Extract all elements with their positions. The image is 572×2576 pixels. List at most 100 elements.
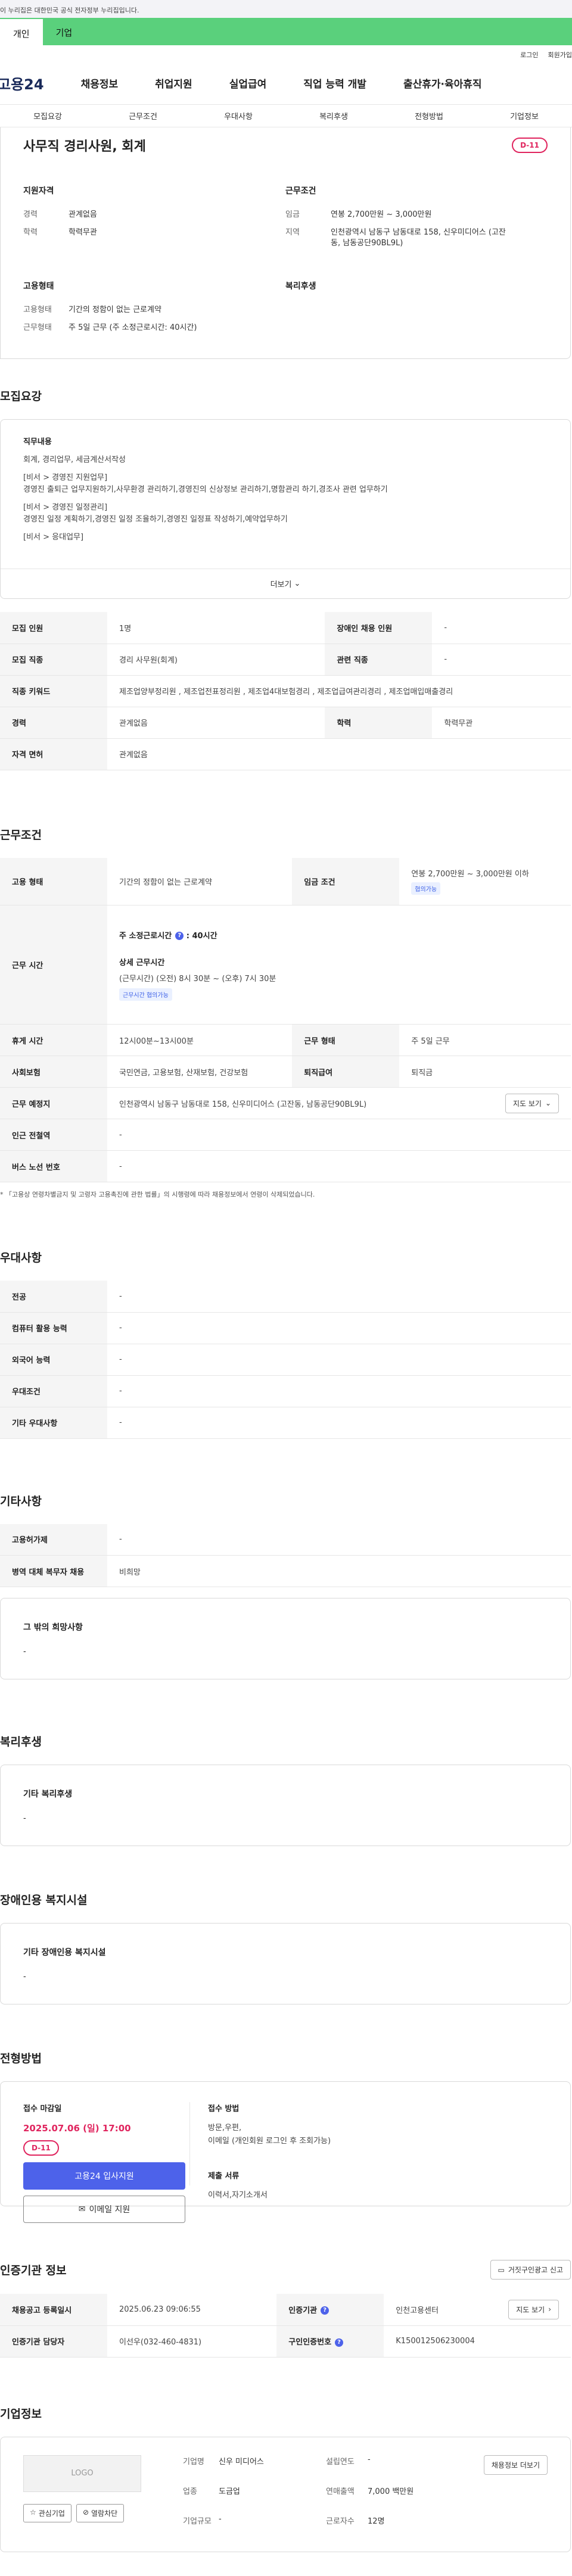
cell-label: 병역 대체 복무자 채용 (0, 1555, 107, 1587)
duty-line: [비서 > 응대업무] (23, 533, 84, 542)
method-head: 접수 방법 (208, 2104, 240, 2113)
email-apply-button[interactable]: ✉ 이메일 지원 (23, 2196, 185, 2223)
cell-value: - (107, 1344, 571, 1376)
gnb-training[interactable]: 직업 능력 개발 (303, 76, 366, 90)
cell-label: 직종 키워드 (0, 675, 107, 707)
pref-table: 전공 - 컴퓨터 활용 능력 - 외국어 능력 - 우대조건 - 기타 우대사항 - (0, 1281, 571, 1439)
cell-value: 학력무관 (432, 707, 571, 739)
cell-label: 관련 직종 (325, 644, 433, 676)
cert-map-button[interactable]: 지도 보기 › (508, 2299, 559, 2319)
wage-value: 연봉 2,700만원 ~ 3,000만원 이하 (411, 870, 529, 879)
cell-value: K150012506230004 (384, 2325, 571, 2358)
gnb-employment-support[interactable]: 취업지원 (155, 76, 192, 90)
cell-value: - (432, 612, 571, 644)
interest-label: 관심기업 (38, 2509, 65, 2518)
more-button[interactable]: 더보기 ⌄ (1, 569, 570, 598)
cert-org-cell: 인천고용센터 지도 보기 › (384, 2294, 571, 2326)
anchor-process[interactable]: 전형방법 (381, 110, 477, 121)
apply-box: 접수 마감일 2025.07.06 (일) 17:00 D-11 고용24 입사… (0, 2081, 571, 2223)
anchor-nav: 모집요강 근무조건 우대사항 복리후생 전형방법 기업정보 (0, 105, 572, 127)
cert-map-label: 지도 보기 (516, 2305, 545, 2314)
company-label: 근로자수 (326, 2516, 355, 2526)
emp-value: 기간의 정함이 없는 근로계약 (69, 305, 161, 314)
table-row: 전공 - (0, 1281, 571, 1313)
table-row: 인증기관 담당자 이선우(032-460-4831) 구인인증번호? K15001… (0, 2325, 571, 2358)
cell-value: 주 5일 근무 (399, 1024, 571, 1056)
cell-label: 컴퓨터 활용 능력 (0, 1312, 107, 1344)
qual-value: 학력무관 (69, 228, 97, 237)
anchor-recruit[interactable]: 모집요강 (0, 110, 95, 121)
cell-label: 근무 예정지 (0, 1087, 107, 1119)
anchor-pref[interactable]: 우대사항 (191, 110, 286, 121)
gnb-parental-leave[interactable]: 출산휴가·육아휴직 (403, 76, 482, 90)
emp-label: 고용형태 (23, 305, 52, 314)
login-link[interactable]: 로그인 (520, 50, 538, 59)
cert-org-value: 인천고용센터 (396, 2306, 439, 2315)
table-row: 사회보험 국민연금, 고용보험, 산재보험, 건강보험 퇴직급여 퇴직금 (0, 1056, 571, 1088)
duty-line: [비서 > 경영진 지원업무] 경영진 출퇴근 업무지원하기,사무환경 관리하기… (23, 473, 388, 494)
map-button-label: 지도 보기 (512, 1099, 542, 1108)
gnb-jobs[interactable]: 채용정보 (81, 76, 119, 90)
interest-company-button[interactable]: ☆ 관심기업 (23, 2503, 72, 2522)
cell-value: - (107, 1375, 571, 1407)
cell-label: 구인인증번호? (276, 2325, 384, 2358)
block-view-button[interactable]: ⊘ 열람차단 (76, 2503, 125, 2522)
summary-employment: 고용형태 고용형태 기간의 정함이 없는 근로계약 근무형태 주 5일 근무 (주 … (23, 280, 285, 341)
cell-value: 2025.06.23 09:06:55 (107, 2294, 277, 2326)
cert-title: 인증기관 정보 (0, 2264, 67, 2277)
site-logo[interactable]: 고용24 (0, 73, 44, 93)
cell-label: 기타 우대사항 (0, 1407, 107, 1439)
info-icon[interactable]: ? (175, 932, 184, 940)
cell-value: 경리 사무원(회계) (107, 644, 325, 676)
cell-value: 제조업양부정리원 , 제조업전표정리원 , 제조업4대보험경리 , 제조업급여관… (107, 675, 571, 707)
cell-label: 외국어 능력 (0, 1344, 107, 1376)
star-icon: ☆ (30, 2508, 36, 2516)
cell-label: 채용공고 등록일시 (0, 2294, 107, 2326)
signup-link[interactable]: 회원가입 (548, 50, 572, 59)
report-icon: ▭ (498, 2265, 505, 2274)
apply-button[interactable]: 고용24 입사지원 (23, 2162, 185, 2190)
global-nav: 고용24 채용정보 취업지원 실업급여 직업 능력 개발 출산휴가·육아휴직 (0, 62, 572, 105)
info-icon[interactable]: ? (321, 2306, 329, 2315)
info-icon[interactable]: ? (335, 2338, 344, 2347)
job-summary: 사무직 경리사원, 회계 D-11 지원자격 경력 관계없음 학력 학력무관 근무조… (0, 127, 571, 359)
company-value: - (219, 2514, 222, 2524)
gov-banner: 이 누리집은 대한민국 공식 전자정부 누리집입니다. (0, 0, 572, 18)
company-jobs-button[interactable]: 채용정보 더보기 (483, 2455, 548, 2475)
method-value: 방문,우편, 이메일 (개인회원 로그인 후 조회가능) (208, 2124, 331, 2146)
welfare-box: 기타 복리후생 - (0, 1765, 571, 1846)
gnb-unemployment[interactable]: 실업급여 (229, 76, 267, 90)
anchor-work[interactable]: 근무조건 (95, 110, 191, 121)
tab-company[interactable]: 기업 (43, 18, 86, 45)
summary-conditions: 근무조건 임금 연봉 2,700만원 ~ 3,000만원 지역 인천광역시 남동구 … (285, 185, 548, 256)
table-row: 우대조건 - (0, 1375, 571, 1407)
map-button[interactable]: 지도 보기 ⌄ (505, 1093, 559, 1113)
duty-head: 직무내용 (23, 438, 52, 446)
cert-num-label: 구인인증번호 (288, 2338, 332, 2347)
fraud-report-button[interactable]: ▭ 거짓구인광고 신고 (490, 2260, 571, 2280)
cell-label: 인증기관? (276, 2294, 384, 2326)
cell-value: 12시00분~13시00분 (107, 1024, 293, 1056)
company-title: 기업정보 (0, 2407, 42, 2421)
block-icon: ⊘ (82, 2508, 89, 2516)
etc-title: 기타사항 (0, 1494, 42, 1508)
wish-value: - (23, 1647, 26, 1656)
table-row: 고용 형태 기간의 정함이 없는 근로계약 임금 조건 연봉 2,700만원 ~… (0, 857, 571, 905)
cell-label: 자격 면허 (0, 738, 107, 770)
cell-value: - (432, 644, 571, 676)
tab-personal[interactable]: 개인 (0, 18, 43, 45)
cell-value: 1명 (107, 612, 325, 644)
company-box: LOGO ☆ 관심기업 ⊘ 열람차단 기업명 신우 미디어스 설립연도 - 업종 도금업 … (0, 2436, 571, 2552)
duty-box: 직무내용 회계, 경리업무, 세금계산서작성 [비서 > 경영진 지원업무] 경… (0, 419, 571, 599)
cell-label: 인근 전철역 (0, 1119, 107, 1151)
cell-label: 버스 노선 번호 (0, 1150, 107, 1182)
cell-value: 관계없음 (107, 738, 571, 770)
disabled-box-head: 기타 장애인용 복지시설 (23, 1948, 106, 1957)
cell-value: - (107, 1312, 571, 1344)
anchor-company[interactable]: 기업정보 (477, 110, 572, 121)
cond-label: 임금 (285, 210, 300, 219)
emp-label: 근무형태 (23, 323, 52, 332)
etc-wish-box: 그 밖의 희망사항 - (0, 1598, 571, 1679)
qual-value: 관계없음 (69, 210, 97, 219)
anchor-welfare[interactable]: 복리후생 (286, 110, 381, 121)
